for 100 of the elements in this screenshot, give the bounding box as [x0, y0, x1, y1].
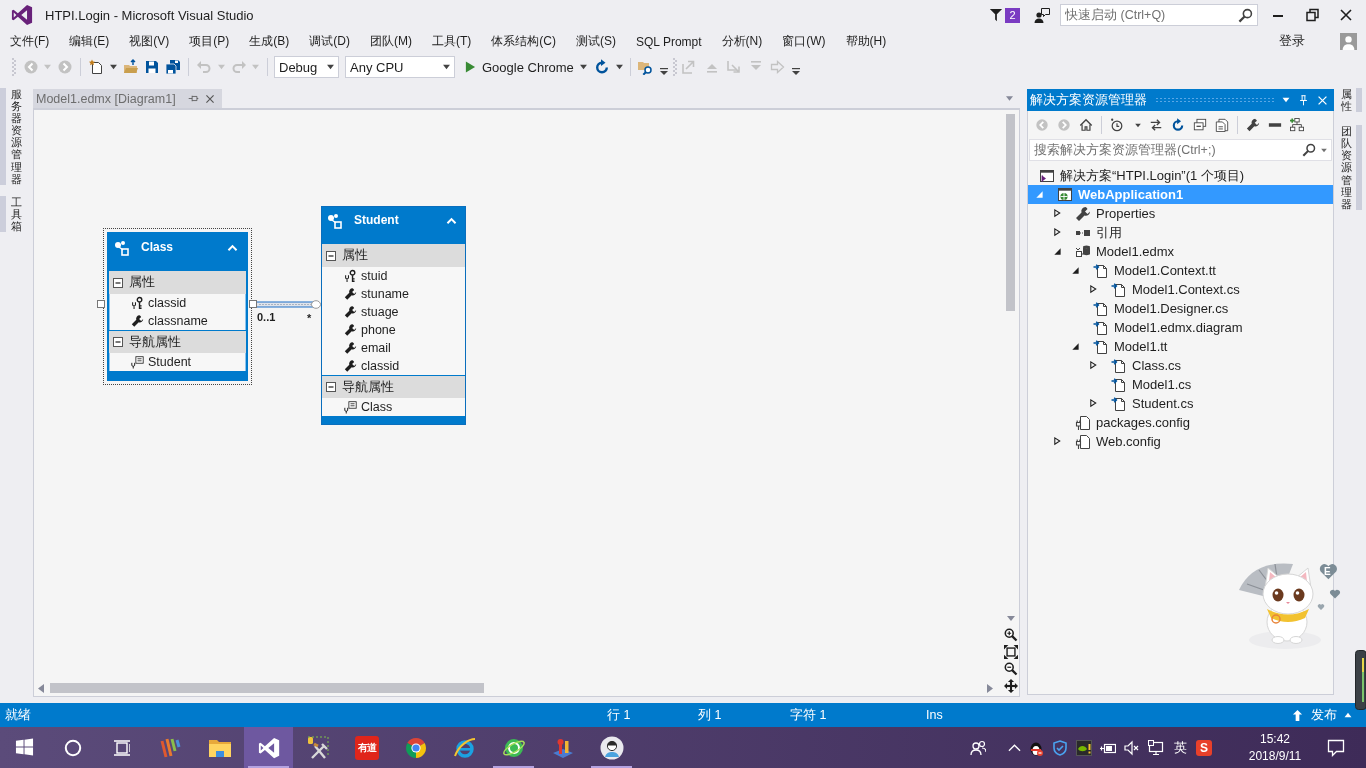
menu-item[interactable]: 工具(T)	[432, 33, 472, 50]
collapse-all-icon[interactable]	[1193, 118, 1207, 132]
menu-item[interactable]: 分析(N)	[721, 33, 763, 50]
scrollbar-thumb[interactable]	[50, 683, 484, 693]
expanded-arrow-icon[interactable]	[1071, 266, 1080, 275]
publish-button[interactable]: 发布	[1292, 706, 1337, 724]
menu-item[interactable]: 测试(S)	[576, 33, 616, 50]
input-mode-button[interactable]: 英	[1173, 738, 1187, 757]
menu-item[interactable]: 体系结构(C)	[491, 33, 556, 50]
caret-down-icon[interactable]	[1282, 97, 1290, 103]
quick-launch-field[interactable]: 快速启动 (Ctrl+Q)	[1060, 4, 1258, 26]
expanded-arrow-icon[interactable]	[1053, 247, 1062, 256]
taskbar-button[interactable]	[244, 727, 293, 768]
taskbar-button[interactable]: 有道	[342, 727, 391, 768]
scroll-down-icon[interactable]	[1006, 616, 1015, 621]
pan-icon[interactable]	[1003, 679, 1018, 693]
save-all-icon[interactable]	[165, 59, 181, 75]
collapse-chevron-icon[interactable]	[446, 216, 457, 225]
feedback-icon[interactable]	[1034, 7, 1050, 23]
caret-down-icon[interactable]	[615, 64, 623, 70]
platform-dropdown[interactable]: Any CPU	[345, 56, 455, 78]
menu-item[interactable]: 视图(V)	[129, 33, 170, 50]
tree-item[interactable]: packages.config	[1075, 413, 1190, 432]
clock-icon[interactable]	[1110, 118, 1124, 132]
sign-in-link[interactable]: 登录	[1279, 33, 1305, 50]
menu-item[interactable]: 文件(F)	[10, 33, 50, 50]
menu-item[interactable]: 生成(B)	[249, 33, 290, 50]
collapse-chevron-icon[interactable]	[227, 243, 238, 252]
shield-icon[interactable]	[1052, 739, 1068, 756]
collapse-box-icon[interactable]	[113, 277, 123, 288]
fit-to-window-icon[interactable]	[1003, 645, 1018, 659]
people-icon[interactable]	[970, 739, 986, 756]
toolbar-overflow-icon[interactable]	[659, 67, 668, 75]
caret-up-icon[interactable]	[1344, 712, 1352, 718]
document-tab[interactable]: Model1.edmx [Diagram1]	[33, 89, 222, 108]
sync-arrows-icon[interactable]	[1149, 118, 1163, 132]
notification-badge[interactable]: 2	[1005, 7, 1020, 23]
refresh-icon[interactable]	[1171, 118, 1185, 132]
tree-item[interactable]: Model1.edmx	[1053, 242, 1175, 261]
collapsed-arrow-icon[interactable]	[1053, 209, 1062, 218]
collapsed-arrow-icon[interactable]	[1089, 399, 1098, 408]
tree-item[interactable]: Properties	[1053, 204, 1156, 223]
show-all-files-icon[interactable]	[1215, 118, 1229, 132]
clock-date[interactable]: 2018/9/11	[1248, 747, 1302, 765]
collapsed-arrow-icon[interactable]	[1053, 228, 1062, 237]
expanded-arrow-icon[interactable]	[1071, 342, 1080, 351]
network-icon[interactable]	[1148, 739, 1164, 756]
toolbar-grip-icon[interactable]	[12, 58, 16, 76]
collapse-box-icon[interactable]	[113, 337, 123, 347]
menu-item[interactable]: 编辑(E)	[69, 33, 110, 50]
scroll-right-icon[interactable]	[987, 683, 993, 693]
tree-item[interactable]: 解决方案“HTPI.Login”(1 个项目)	[1039, 166, 1245, 185]
menu-item[interactable]: 团队(M)	[370, 33, 412, 50]
caret-down-icon[interactable]	[110, 64, 117, 70]
chevron-up-icon[interactable]	[1007, 743, 1021, 752]
new-project-icon[interactable]	[88, 59, 104, 75]
collapse-box-icon[interactable]	[326, 382, 336, 392]
menu-item[interactable]: 窗口(W)	[782, 33, 826, 50]
notification-icon[interactable]	[1327, 738, 1345, 757]
close-icon[interactable]	[1339, 8, 1353, 22]
up-arrow-icon[interactable]	[1292, 708, 1303, 722]
caret-down-icon[interactable]	[579, 64, 587, 70]
side-tab[interactable]: 服务器资源管理器	[0, 88, 23, 185]
tree-item[interactable]: Model1.edmx.diagram	[1093, 318, 1243, 337]
pin-icon[interactable]	[187, 93, 199, 104]
caret-down-icon[interactable]	[1135, 122, 1141, 128]
search-icon[interactable]	[1302, 143, 1316, 157]
task-view-icon[interactable]	[113, 739, 130, 756]
restore-icon[interactable]	[1305, 8, 1319, 22]
zoom-in-icon[interactable]	[1003, 628, 1018, 642]
speaker-muted-icon[interactable]	[1124, 739, 1140, 756]
collapse-box-icon[interactable]	[326, 250, 336, 261]
side-tab[interactable]: 团队资源管理器	[1341, 125, 1362, 210]
avatar-icon[interactable]	[1340, 33, 1357, 50]
tree-item[interactable]: Student.cs	[1089, 394, 1194, 413]
filter-icon[interactable]	[989, 8, 1003, 22]
tree-item[interactable]: Class.cs	[1089, 356, 1182, 375]
search-icon[interactable]	[1238, 8, 1253, 23]
menu-item[interactable]: 帮助(H)	[845, 33, 887, 50]
caret-down-icon[interactable]	[327, 64, 334, 70]
collapsed-arrow-icon[interactable]	[1053, 437, 1062, 446]
wrench-icon[interactable]	[1246, 118, 1260, 132]
pin-icon[interactable]	[1298, 93, 1309, 107]
menu-item[interactable]: SQL Prompt	[636, 34, 702, 49]
save-icon[interactable]	[144, 59, 160, 75]
resize-handle[interactable]	[249, 300, 257, 308]
tree-item[interactable]: 引用	[1053, 223, 1122, 242]
class-diagram-icon[interactable]	[1290, 118, 1304, 132]
resize-handle[interactable]	[97, 300, 105, 308]
open-folder-icon[interactable]	[123, 59, 139, 75]
home-icon[interactable]	[1079, 118, 1093, 132]
collapsed-arrow-icon[interactable]	[1089, 285, 1098, 294]
tree-item[interactable]: Web.config	[1053, 432, 1161, 451]
configuration-dropdown[interactable]: Debug	[274, 56, 339, 78]
ring-icon[interactable]	[63, 738, 82, 757]
toolbar-overflow-icon[interactable]	[791, 67, 800, 75]
caret-down-icon[interactable]	[1321, 148, 1327, 153]
side-tab[interactable]: 工具箱	[0, 195, 23, 233]
search-field[interactable]: 搜索解决方案资源管理器(Ctrl+;)	[1029, 139, 1332, 161]
caret-down-icon[interactable]	[443, 64, 450, 70]
